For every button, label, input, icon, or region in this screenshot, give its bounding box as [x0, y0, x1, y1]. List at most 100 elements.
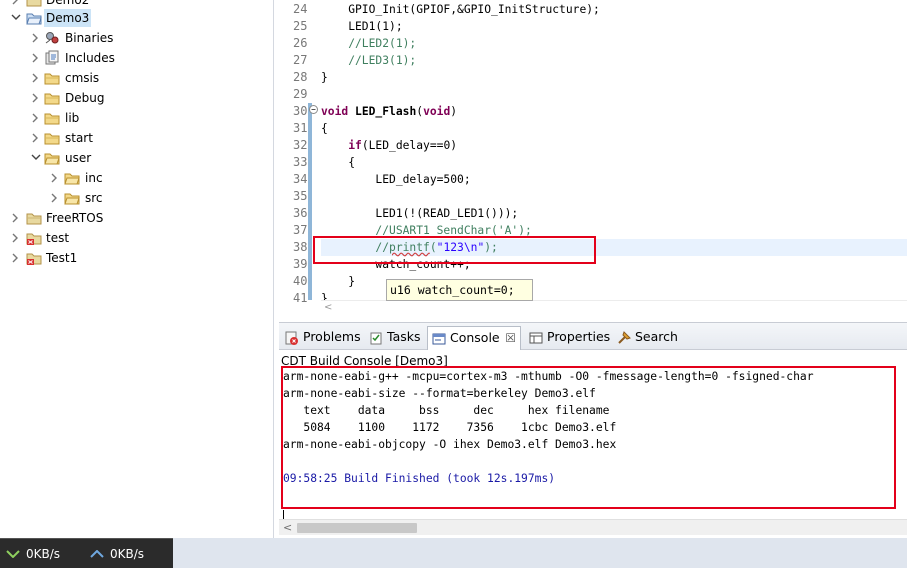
tasks-icon [368, 330, 384, 346]
chevron-right-icon[interactable] [30, 108, 42, 128]
chevron-right-icon[interactable] [30, 28, 42, 48]
project-icon [26, 0, 42, 8]
console-title: CDT Build Console [Demo3] [281, 354, 448, 368]
chevron-right-icon[interactable] [49, 168, 61, 188]
chevron-down-icon[interactable] [30, 148, 42, 168]
tree-item-label: Demo3 [44, 9, 92, 27]
scrollbar-thumb[interactable] [297, 523, 417, 533]
tree-item-cmsis[interactable]: cmsis [0, 68, 273, 88]
chevron-right-icon[interactable] [30, 68, 42, 88]
line-number: 28 [293, 70, 308, 84]
tree-item-label: start [65, 131, 93, 145]
line-number-gutter: 24 25 26 27 28 29 30 31 32 33 34 35 36 3… [291, 0, 319, 305]
tab-console[interactable]: Console ☒ [427, 326, 521, 350]
tab-search[interactable]: Search [613, 326, 683, 350]
line-number: 40 [293, 274, 308, 288]
tree-item-src[interactable]: src [0, 188, 273, 208]
console-line: text data bss dec hex filename [283, 404, 610, 417]
upload-speed-value: 0KB/s [110, 547, 145, 561]
tree-item-binaries[interactable]: Binaries [0, 28, 273, 48]
chevron-right-icon[interactable] [49, 188, 61, 208]
folder-icon [44, 110, 60, 126]
code-line: LED1(!(READ_LED1())); [321, 207, 519, 220]
window-bottom-strip [173, 538, 907, 568]
folder-icon [44, 70, 60, 86]
tree-item-includes[interactable]: Includes [0, 48, 273, 68]
code-line: //USART1_SendChar('A'); [321, 224, 532, 237]
tree-item-label: Test1 [46, 251, 78, 265]
folder-open-icon [44, 150, 60, 166]
code-line: } [321, 71, 328, 84]
upload-speed: 0KB/s [90, 545, 170, 563]
tab-problems[interactable]: Problems [281, 326, 361, 350]
code-line: { [321, 122, 328, 135]
project-open-icon [26, 10, 42, 26]
tree-item-inc[interactable]: inc [0, 168, 273, 188]
code-line: //LED3(1); [321, 54, 417, 67]
editor-horizontal-scrollbar[interactable]: < [321, 300, 907, 314]
code-line: { [321, 156, 356, 169]
tab-label: Tasks [387, 329, 421, 344]
folder-icon [44, 90, 60, 106]
tree-item-start[interactable]: start [0, 128, 273, 148]
tree-item-debug[interactable]: Debug [0, 88, 273, 108]
code-area[interactable]: GPIO_Init(GPIOF,&GPIO_InitStructure); LE… [321, 0, 907, 305]
line-number: 36 [293, 206, 308, 220]
code-line: void LED_Flash(void) [321, 105, 458, 118]
project-icon [26, 210, 42, 226]
code-editor[interactable]: 24 25 26 27 28 29 30 31 32 33 34 35 36 3… [279, 0, 907, 316]
line-number: 26 [293, 36, 308, 50]
panel-tabbar: Problems Tasks Console ☒ Properties Sear… [279, 323, 907, 350]
line-number: 31 [293, 121, 308, 135]
tree-item-label: FreeRTOS [46, 211, 104, 225]
close-icon[interactable]: ☒ [505, 327, 516, 349]
scroll-left-icon[interactable]: < [283, 521, 292, 534]
tree-item-label: Debug [65, 91, 105, 105]
project-error-icon [26, 250, 42, 266]
line-number: 33 [293, 155, 308, 169]
console-icon [431, 331, 447, 347]
folder-icon [64, 190, 80, 206]
network-speed-widget: 0KB/s 0KB/s [0, 538, 173, 568]
tree-item-label: Binaries [65, 31, 114, 45]
chevron-down-icon[interactable] [10, 8, 22, 28]
chevron-right-icon[interactable] [30, 128, 42, 148]
chevron-right-icon[interactable] [10, 208, 22, 228]
line-number: 25 [293, 19, 308, 33]
hover-tooltip: u16 watch_count=0; [386, 279, 533, 301]
code-line-current: //printf("123\n"); [321, 239, 907, 256]
line-number: 37 [293, 223, 308, 237]
line-number: 35 [293, 189, 308, 203]
tree-item-user[interactable]: user [0, 148, 273, 168]
folder-icon [64, 170, 80, 186]
chevron-right-icon[interactable] [30, 48, 42, 68]
line-number: 34 [293, 172, 308, 186]
binaries-icon [44, 30, 60, 46]
console-horizontal-scrollbar[interactable]: < [279, 519, 907, 535]
tab-tasks[interactable]: Tasks [365, 326, 425, 350]
chevron-right-icon[interactable] [30, 88, 42, 108]
download-speed-value: 0KB/s [26, 547, 61, 561]
tree-item-freertos[interactable]: FreeRTOS [0, 208, 273, 228]
tree-item-test[interactable]: test [0, 228, 273, 248]
download-speed: 0KB/s [6, 545, 86, 563]
console-line: arm-none-eabi-objcopy -O ihex Demo3.elf … [283, 438, 617, 451]
chevron-down-icon [6, 550, 20, 558]
tree-item-test1[interactable]: Test1 [0, 248, 273, 268]
chevron-right-icon[interactable] [10, 248, 22, 268]
collapse-icon[interactable] [309, 105, 318, 114]
tree-item-label: test [46, 231, 70, 245]
line-number: 24 [293, 2, 308, 16]
tree-item-label: src [85, 191, 103, 205]
console-line: 5084 1100 1172 7356 1cbc Demo3.elf [283, 421, 617, 434]
line-number: 41 [293, 291, 308, 305]
tab-properties[interactable]: Properties [525, 326, 615, 350]
project-error-icon [26, 230, 42, 246]
chevron-right-icon[interactable] [10, 228, 22, 248]
scroll-left-icon[interactable]: < [324, 302, 332, 313]
line-number: 38 [293, 240, 308, 254]
tree-item-lib[interactable]: lib [0, 108, 273, 128]
tree-item-demo3[interactable]: Demo3 [0, 8, 273, 28]
console-output[interactable]: arm-none-eabi-g++ -mcpu=cortex-m3 -mthum… [279, 368, 907, 520]
tree-item-label: lib [65, 111, 80, 125]
